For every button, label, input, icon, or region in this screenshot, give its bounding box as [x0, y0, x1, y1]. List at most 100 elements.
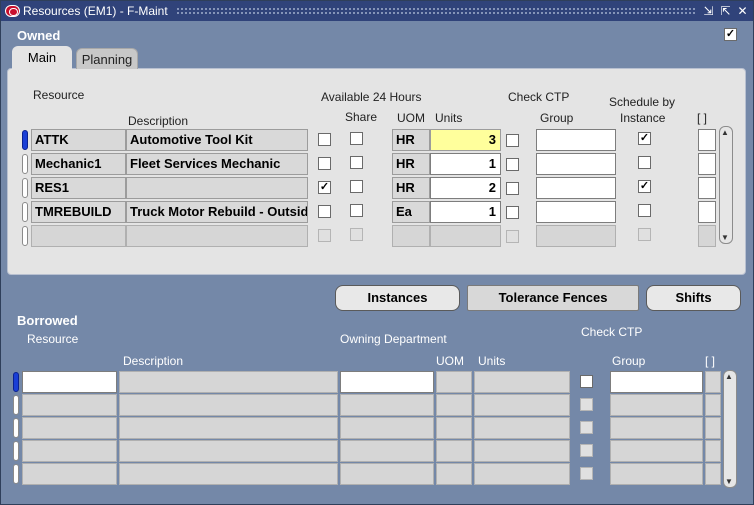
row-indicator[interactable]	[13, 464, 19, 484]
borrowed-group-field[interactable]	[610, 440, 703, 462]
flex-field[interactable]	[698, 177, 716, 199]
borrowed-uom-field[interactable]	[436, 394, 472, 416]
flex-field[interactable]	[698, 225, 716, 247]
borrowed-check-ctp-checkbox[interactable]	[580, 398, 593, 411]
minimize-icon[interactable]: ⇲	[701, 3, 716, 19]
share-checkbox[interactable]	[350, 156, 363, 169]
borrowed-flex-field[interactable]	[705, 371, 721, 393]
schedule-by-instance-checkbox[interactable]: ✓	[638, 180, 651, 193]
check-ctp-checkbox[interactable]	[506, 158, 519, 171]
available-24-hours-checkbox[interactable]	[318, 229, 331, 242]
scroll-down-icon[interactable]: ▼	[725, 477, 733, 486]
borrowed-group-field[interactable]	[610, 394, 703, 416]
available-24-hours-checkbox[interactable]	[318, 205, 331, 218]
uom-field[interactable]: HR	[392, 129, 430, 151]
resource-field[interactable]: RES1	[31, 177, 126, 199]
borrowed-flex-field[interactable]	[705, 394, 721, 416]
borrowed-flex-field[interactable]	[705, 463, 721, 485]
group-field[interactable]	[536, 177, 616, 199]
borrowed-check-ctp-checkbox[interactable]	[580, 467, 593, 480]
row-indicator[interactable]	[22, 130, 28, 150]
available-24-hours-checkbox[interactable]	[318, 133, 331, 146]
borrowed-description-field[interactable]	[119, 463, 338, 485]
row-indicator[interactable]	[13, 395, 19, 415]
borrowed-resource-field[interactable]	[22, 417, 117, 439]
share-checkbox[interactable]	[350, 204, 363, 217]
owning-department-field[interactable]	[340, 440, 434, 462]
instances-button[interactable]: Instances	[335, 285, 460, 311]
owning-department-field[interactable]	[340, 417, 434, 439]
tolerance-fences-button[interactable]: Tolerance Fences	[467, 285, 639, 311]
row-indicator[interactable]	[13, 372, 19, 392]
scroll-up-icon[interactable]: ▲	[725, 372, 733, 381]
shifts-button[interactable]: Shifts	[646, 285, 741, 311]
flex-field[interactable]	[698, 129, 716, 151]
borrowed-uom-field[interactable]	[436, 371, 472, 393]
borrowed-resource-field[interactable]	[22, 394, 117, 416]
owning-department-field[interactable]	[340, 394, 434, 416]
share-checkbox[interactable]	[350, 180, 363, 193]
schedule-by-instance-checkbox[interactable]	[638, 204, 651, 217]
borrowed-check-ctp-checkbox[interactable]	[580, 444, 593, 457]
tab-main[interactable]: Main	[12, 46, 72, 70]
borrowed-group-field[interactable]	[610, 371, 703, 393]
borrowed-units-field[interactable]	[474, 417, 570, 439]
borrowed-group-field[interactable]	[610, 417, 703, 439]
row-indicator[interactable]	[22, 154, 28, 174]
borrowed-uom-field[interactable]	[436, 463, 472, 485]
description-field[interactable]	[126, 177, 308, 199]
resource-field[interactable]: Mechanic1	[31, 153, 126, 175]
schedule-by-instance-checkbox[interactable]: ✓	[638, 132, 651, 145]
borrowed-check-ctp-checkbox[interactable]	[580, 375, 593, 388]
units-field[interactable]: 1	[430, 201, 501, 223]
uom-field[interactable]	[392, 225, 430, 247]
available-24-hours-checkbox[interactable]: ✓	[318, 181, 331, 194]
flex-field[interactable]	[698, 153, 716, 175]
close-icon[interactable]: ✕	[735, 3, 750, 19]
check-ctp-checkbox[interactable]	[506, 206, 519, 219]
group-field[interactable]	[536, 129, 616, 151]
units-field[interactable]	[430, 225, 501, 247]
borrowed-flex-field[interactable]	[705, 417, 721, 439]
check-ctp-checkbox[interactable]	[506, 230, 519, 243]
units-field[interactable]: 2	[430, 177, 501, 199]
borrowed-description-field[interactable]	[119, 394, 338, 416]
row-indicator[interactable]	[13, 441, 19, 461]
description-field[interactable]: Truck Motor Rebuild - Outsid	[126, 201, 308, 223]
description-field[interactable]: Fleet Services Mechanic	[126, 153, 308, 175]
maximize-icon[interactable]: ⇱	[718, 3, 733, 19]
group-field[interactable]	[536, 201, 616, 223]
schedule-by-instance-checkbox[interactable]	[638, 156, 651, 169]
uom-field[interactable]: HR	[392, 153, 430, 175]
uom-field[interactable]: Ea	[392, 201, 430, 223]
description-field[interactable]	[126, 225, 308, 247]
borrowed-units-field[interactable]	[474, 394, 570, 416]
borrowed-resource-field[interactable]	[22, 440, 117, 462]
uom-field[interactable]: HR	[392, 177, 430, 199]
borrowed-description-field[interactable]	[119, 440, 338, 462]
borrowed-group-field[interactable]	[610, 463, 703, 485]
borrowed-units-field[interactable]	[474, 463, 570, 485]
share-checkbox[interactable]	[350, 228, 363, 241]
available-24-hours-checkbox[interactable]	[318, 157, 331, 170]
group-field[interactable]	[536, 225, 616, 247]
owned-scrollbar[interactable]: ▲ ▼	[719, 126, 733, 244]
row-indicator[interactable]	[22, 226, 28, 246]
borrowed-description-field[interactable]	[119, 417, 338, 439]
scroll-down-icon[interactable]: ▼	[721, 233, 729, 242]
owned-section-checkbox[interactable]: ✓	[724, 28, 737, 41]
units-field[interactable]: 1	[430, 153, 501, 175]
borrowed-check-ctp-checkbox[interactable]	[580, 421, 593, 434]
borrowed-description-field[interactable]	[119, 371, 338, 393]
borrowed-uom-field[interactable]	[436, 440, 472, 462]
borrowed-resource-field[interactable]	[22, 463, 117, 485]
resource-field[interactable]: TMREBUILD	[31, 201, 126, 223]
resource-field[interactable]	[31, 225, 126, 247]
scroll-up-icon[interactable]: ▲	[721, 128, 729, 137]
row-indicator[interactable]	[22, 202, 28, 222]
row-indicator[interactable]	[22, 178, 28, 198]
check-ctp-checkbox[interactable]	[506, 134, 519, 147]
owning-department-field[interactable]	[340, 371, 434, 393]
borrowed-uom-field[interactable]	[436, 417, 472, 439]
schedule-by-instance-checkbox[interactable]	[638, 228, 651, 241]
